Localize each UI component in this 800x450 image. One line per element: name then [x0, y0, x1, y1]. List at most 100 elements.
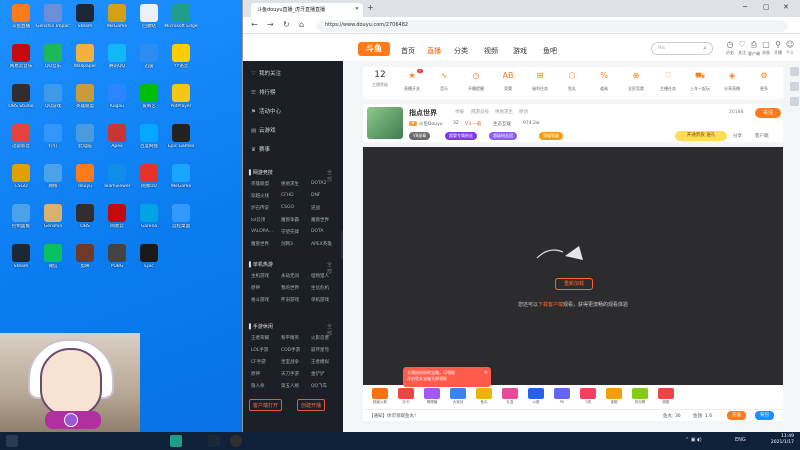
desktop-icon[interactable]: Genshin Impact — [36, 4, 70, 29]
anchor-level[interactable]: 12 主播等级 — [367, 70, 393, 88]
sidebar-item[interactable]: ⚑ 活动中心 — [251, 107, 281, 115]
desktop-icon[interactable]: 网易云音乐 — [4, 44, 38, 69]
gift-item[interactable]: 鱼丸 — [473, 388, 495, 405]
gift-item[interactable]: 办卡 — [395, 388, 417, 405]
desktop-icon[interactable]: Teamviewer — [100, 164, 134, 189]
room-shortcut[interactable]: ∿ 音乐 — [431, 71, 457, 92]
room-shortcut[interactable]: AB 竞猜 — [495, 71, 521, 92]
category-link[interactable]: 天刀手游 — [281, 371, 299, 377]
open-client-button[interactable]: 客户端打开 — [249, 399, 283, 411]
category-link[interactable]: QQ飞车 — [311, 383, 327, 389]
desktop-icon[interactable]: YY语音 — [164, 44, 198, 69]
desktop-icon[interactable]: QQ游戏 — [36, 84, 70, 109]
desktop-icon[interactable]: Steam — [68, 4, 102, 29]
category-link[interactable]: 王者模拟 — [311, 359, 329, 365]
edge-taskbar-icon[interactable] — [170, 435, 182, 447]
desktop-icon[interactable]: Garena — [132, 204, 166, 229]
sidebar-item[interactable]: ♛ 赛事 — [251, 145, 270, 153]
reload-stream-button[interactable]: 重新加载 — [555, 278, 593, 290]
category-link[interactable]: 王者荣耀 — [251, 335, 269, 341]
category-link[interactable]: DOTA — [311, 229, 324, 234]
desktop-icon[interactable]: OBS Studio — [4, 84, 38, 109]
header-icon[interactable]: ☺ 个人 — [783, 40, 797, 56]
gift-item[interactable]: 超级火箭 — [369, 388, 391, 405]
tray-icons[interactable]: ⌃ ▣ ◖) — [685, 437, 702, 443]
desktop-icon[interactable]: 网易UU — [132, 164, 166, 189]
gift-item[interactable]: 宝箱 — [603, 388, 625, 405]
backpack-button[interactable]: 背包 — [755, 411, 774, 420]
sidebar-item[interactable]: ▤ 云游戏 — [251, 126, 276, 134]
desktop-icon[interactable]: QQ音乐 — [36, 44, 70, 69]
category-link[interactable]: 狼人杀 — [251, 383, 265, 389]
gift-item[interactable]: 棒棒糖 — [421, 388, 443, 405]
minimize-button[interactable]: ─ — [743, 3, 747, 11]
sidebar-item[interactable]: ♡ 我的关注 — [251, 69, 281, 77]
category-link[interactable]: 逆战 — [311, 205, 320, 211]
category-link[interactable]: 永劫无间 — [281, 273, 299, 279]
room-shortcut[interactable]: ⊕ 全民竞猜 — [623, 71, 649, 92]
category-link[interactable]: 魔兽世界 — [311, 217, 329, 223]
desktop-icon[interactable]: WeGame — [100, 4, 134, 29]
room-shortcut[interactable]: ⊞ 福利任务 — [527, 71, 553, 92]
desktop-icon[interactable]: 爱奇艺 — [132, 84, 166, 109]
rail-button[interactable] — [790, 97, 799, 106]
desktop-icon[interactable]: Wallpaper — [68, 44, 102, 69]
category-link[interactable]: 和平精英 — [281, 335, 299, 341]
room-shortcut[interactable]: ★ 直播开关 1 — [399, 69, 425, 92]
anchor-name[interactable]: 斗鱼Douyu — [419, 121, 443, 127]
category-link[interactable]: 火影忍者 — [311, 335, 329, 341]
desktop-icon[interactable]: 网络 — [36, 164, 70, 189]
category-link[interactable]: APEX英雄 — [311, 241, 332, 247]
gift-item[interactable]: 飞机 — [577, 388, 599, 405]
share-button[interactable]: 分享 — [733, 133, 742, 139]
new-tab-button[interactable]: + — [367, 3, 374, 12]
room-shortcut[interactable]: % 道具 — [591, 71, 617, 92]
video-player[interactable]: 重新加载 您还可以下载客户端观看，获得更流畅的观看体验 — [363, 147, 783, 385]
client-button[interactable]: 客户端 — [755, 133, 769, 139]
gift-item[interactable]: 礼盒 — [499, 388, 521, 405]
category-link[interactable]: 我的世界 — [281, 285, 299, 291]
room-subcategory[interactable]: 绝地求生 — [495, 109, 513, 115]
desktop-icon[interactable]: 英雄联盟 — [68, 84, 102, 109]
category-link[interactable]: 皇室战争 — [281, 359, 299, 365]
desktop-icon[interactable]: WeGame — [164, 164, 198, 189]
steam-taskbar-icon[interactable] — [208, 435, 220, 447]
category-link[interactable]: CFHD — [281, 193, 294, 198]
start-stream-button[interactable]: 创建开播 — [297, 399, 326, 411]
desktop-icon[interactable]: CSGO — [4, 164, 38, 189]
room-category[interactable]: 网游竞技 — [471, 109, 489, 115]
gift-item[interactable]: 荧光棒 — [629, 388, 651, 405]
category-link[interactable]: 魔兽争霸 — [281, 217, 299, 223]
category-link[interactable]: VALORA... — [251, 229, 273, 234]
fan-badge[interactable]: 荣耀等级 — [539, 132, 563, 140]
category-link[interactable]: lol云顶 — [251, 217, 265, 223]
sidebar-group-title[interactable]: ▌手游休闲 全部 — [249, 323, 332, 337]
category-link[interactable]: CSGO — [281, 205, 294, 210]
category-link[interactable]: CF手游 — [251, 359, 266, 365]
category-link[interactable]: 单机游戏 — [311, 297, 329, 303]
room-shortcut[interactable]: ♡ 主播任务 — [655, 71, 681, 92]
desktop-icon[interactable]: Apex — [100, 124, 134, 149]
forward-icon[interactable]: → — [267, 20, 274, 29]
nav-fishbar[interactable]: 鱼吧 — [543, 46, 557, 56]
category-link[interactable]: 绝地求生 — [281, 181, 299, 187]
desktop-icon[interactable]: PotPlayer — [164, 84, 198, 109]
category-link[interactable]: 生化危机 — [311, 285, 329, 291]
room-shortcut[interactable]: ◷ 开播提醒 — [463, 71, 489, 92]
fan-badge[interactable]: 超级粉丝团 — [489, 132, 517, 140]
desktop-icon[interactable]: Epic — [132, 244, 166, 269]
category-link[interactable]: 守望先锋 — [281, 229, 299, 235]
open-noble-button[interactable]: 开通贵族 送礼 — [675, 131, 727, 141]
desktop-icon[interactable]: Steam — [4, 244, 38, 269]
maximize-button[interactable]: ▢ — [763, 3, 770, 11]
gift-item[interactable]: 超跑 — [655, 388, 677, 405]
desktop-icon[interactable]: 迅雷 — [132, 44, 166, 69]
search-input[interactable]: lks ⌕ — [651, 42, 713, 55]
report-link[interactable]: 举报 — [455, 109, 464, 115]
close-icon[interactable]: ✕ — [484, 370, 488, 376]
sidebar-group-title[interactable]: ▌网游竞技 全部 — [249, 169, 332, 183]
nav-game[interactable]: 游戏 — [513, 46, 527, 56]
category-link[interactable]: 穿越火线 — [251, 193, 269, 199]
category-link[interactable]: 崩坏星穹 — [311, 347, 329, 353]
nav-video[interactable]: 视频 — [484, 46, 498, 56]
